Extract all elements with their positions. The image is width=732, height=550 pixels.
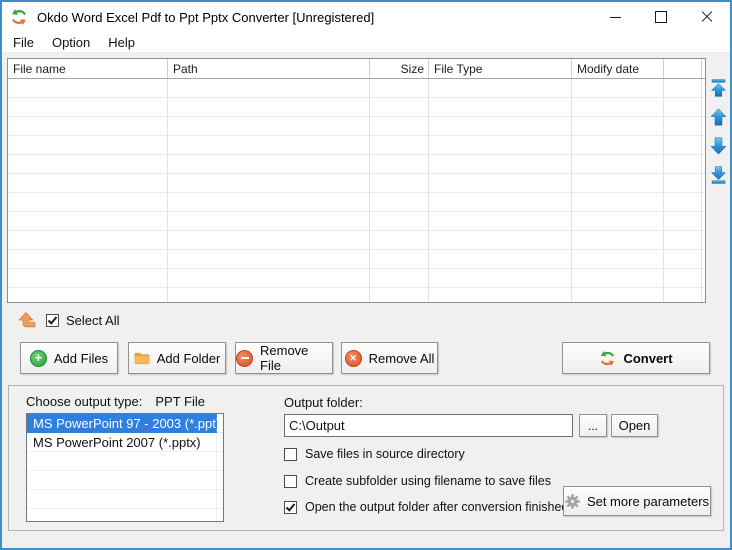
close-icon (701, 11, 713, 23)
choose-output-type-label: Choose output type: (26, 394, 143, 409)
column-header-file-name[interactable]: File name (8, 59, 168, 78)
column-header-path[interactable]: Path (168, 59, 370, 78)
remove-file-label: Remove File (260, 343, 309, 373)
move-down-icon (709, 137, 727, 155)
convert-label: Convert (623, 350, 673, 366)
set-more-parameters-label: Set more parameters (586, 493, 710, 509)
convert-icon (599, 350, 616, 367)
table-body[interactable] (8, 79, 705, 302)
remove-all-button[interactable]: Remove All (341, 342, 438, 374)
window-title: Okdo Word Excel Pdf to Ppt Pptx Converte… (37, 9, 375, 25)
file-table: File name Path Size File Type Modify dat… (7, 58, 706, 303)
app-window: Okdo Word Excel Pdf to Ppt Pptx Converte… (0, 0, 732, 550)
column-divider (701, 79, 702, 302)
move-to-bottom-icon (710, 166, 726, 184)
output-panel: Choose output type: PPT File MS PowerPoi… (8, 385, 724, 531)
column-divider (369, 79, 370, 302)
up-level-arrow-icon (18, 312, 36, 328)
output-folder-input[interactable] (284, 414, 573, 437)
column-header-size[interactable]: Size (370, 59, 429, 78)
convert-button[interactable]: Convert (562, 342, 710, 374)
window-controls (592, 2, 730, 32)
reorder-arrows (709, 79, 727, 184)
move-down-button[interactable] (709, 137, 727, 155)
select-all-checkbox-box (46, 314, 59, 327)
column-divider (428, 79, 429, 302)
format-option-pptx[interactable]: MS PowerPoint 2007 (*.pptx) (27, 433, 223, 452)
column-divider (571, 79, 572, 302)
remove-file-button[interactable]: Remove File (235, 342, 333, 374)
move-to-top-icon (710, 79, 726, 97)
up-level-button[interactable] (16, 310, 37, 331)
select-all-checkbox[interactable]: Select All (46, 313, 119, 328)
option-create-subfolder-label: Create subfolder using filename to save … (305, 474, 551, 488)
option-create-subfolder-box (284, 474, 297, 488)
column-header-modify-date[interactable]: Modify date (572, 59, 664, 78)
x-circle-icon (344, 349, 362, 367)
column-divider (167, 79, 168, 302)
column-divider (663, 79, 664, 302)
output-folder-label: Output folder: (284, 395, 363, 410)
menu-item-help[interactable]: Help (99, 33, 144, 52)
maximize-icon (655, 11, 667, 23)
set-more-parameters-button[interactable]: Set more parameters (563, 486, 711, 516)
menu-item-file[interactable]: File (4, 33, 43, 52)
minimize-icon (609, 16, 621, 18)
option-open-folder-checkbox[interactable]: Open the output folder after conversion … (284, 500, 568, 514)
app-icon (10, 8, 28, 26)
move-up-icon (709, 108, 727, 126)
open-button[interactable]: Open (611, 414, 658, 437)
titlebar: Okdo Word Excel Pdf to Ppt Pptx Converte… (2, 2, 730, 32)
format-option-ppt[interactable]: MS PowerPoint 97 - 2003 (*.ppt) (27, 414, 217, 433)
close-button[interactable] (684, 2, 730, 32)
minimize-button[interactable] (592, 2, 638, 32)
option-save-source-label: Save files in source directory (305, 447, 465, 461)
option-save-source-checkbox[interactable]: Save files in source directory (284, 447, 465, 461)
menubar: File Option Help (2, 32, 730, 53)
column-header-file-type[interactable]: File Type (429, 59, 572, 78)
gear-icon (565, 493, 580, 509)
add-files-label: Add Files (53, 350, 109, 366)
add-files-button[interactable]: Add Files (20, 342, 118, 374)
option-open-folder-box (284, 500, 297, 514)
option-save-source-box (284, 447, 297, 461)
format-listbox: MS PowerPoint 97 - 2003 (*.ppt) MS Power… (26, 413, 224, 522)
choose-output-type-row: Choose output type: PPT File (26, 394, 205, 409)
move-to-top-button[interactable] (710, 79, 727, 97)
select-all-label: Select All (66, 313, 120, 328)
open-label: Open (618, 418, 651, 433)
menu-item-option[interactable]: Option (43, 33, 99, 52)
remove-all-label: Remove All (368, 350, 435, 366)
option-create-subfolder-checkbox[interactable]: Create subfolder using filename to save … (284, 474, 551, 488)
minus-icon (236, 349, 253, 367)
folder-icon (134, 351, 150, 365)
browse-label: ... (587, 418, 598, 433)
add-folder-label: Add Folder (156, 350, 221, 366)
table-header: File name Path Size File Type Modify dat… (8, 59, 705, 79)
maximize-button[interactable] (638, 2, 684, 32)
option-open-folder-label: Open the output folder after conversion … (305, 500, 569, 514)
column-header-blank[interactable] (664, 59, 702, 78)
move-up-button[interactable] (709, 108, 727, 126)
browse-button[interactable]: ... (579, 414, 607, 437)
plus-icon (29, 349, 47, 367)
move-to-bottom-button[interactable] (710, 166, 727, 184)
add-folder-button[interactable]: Add Folder (128, 342, 226, 374)
output-type-value: PPT File (155, 394, 205, 409)
